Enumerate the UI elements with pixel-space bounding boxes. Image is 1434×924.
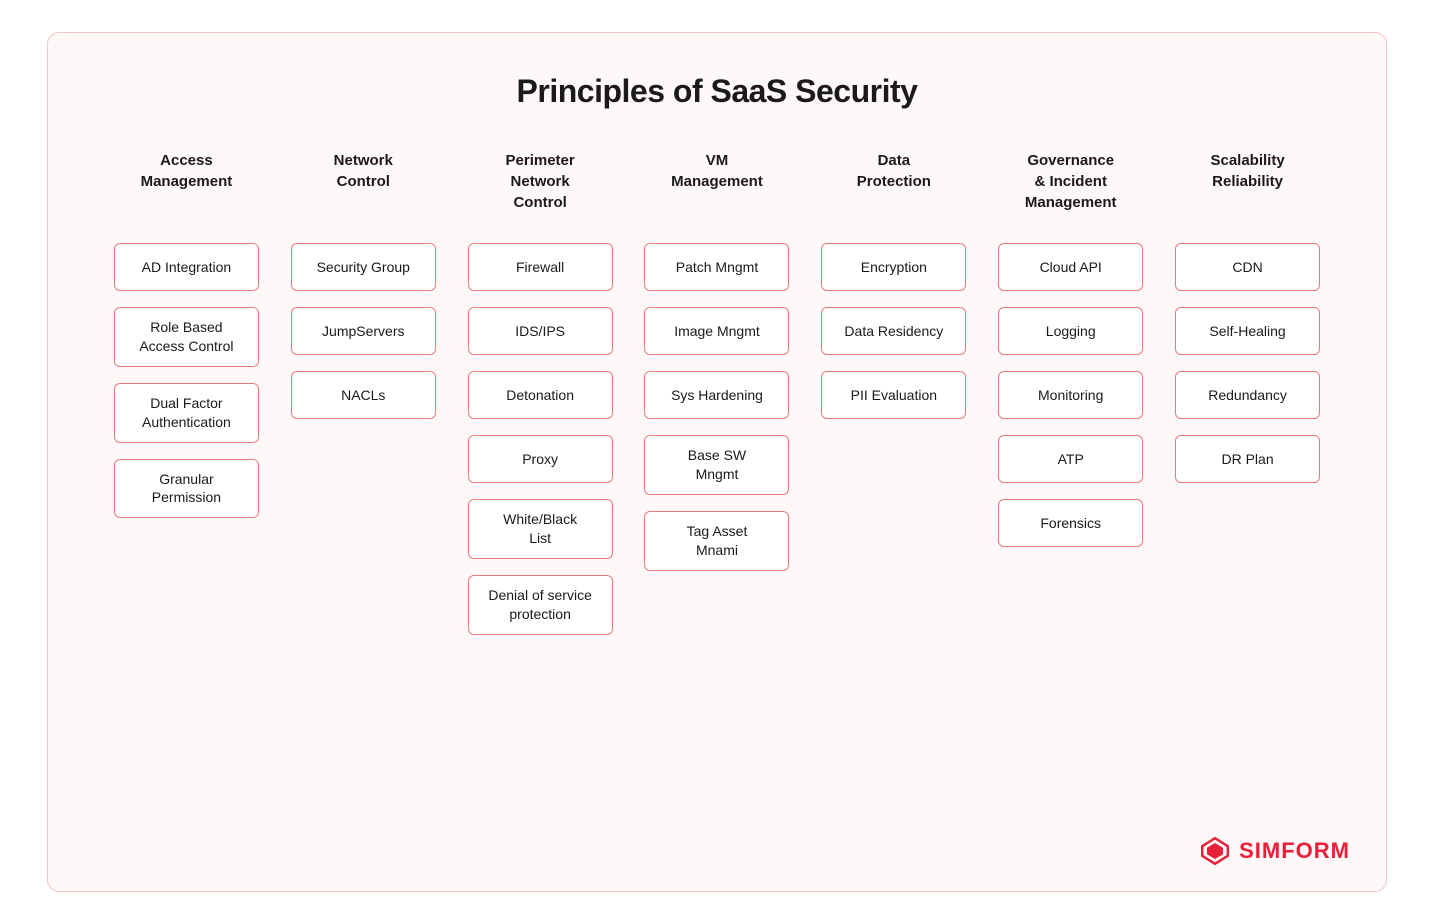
col-items-perimeter-network-control: Firewall IDS/IPS Detonation Proxy White/Blac… xyxy=(452,243,629,635)
item-box: Forensics xyxy=(998,499,1143,547)
col-header-perimeter-network-control: Perimeter Network Control xyxy=(452,150,629,243)
item-box: Logging xyxy=(998,307,1143,355)
item-box: Dual Factor Authentication xyxy=(114,383,259,443)
item-box: Proxy xyxy=(468,435,613,483)
col-items-data-protection: Encryption Data Residency PII Evaluation xyxy=(805,243,982,635)
grid-container: Access ManagementNetwork ControlPerimete… xyxy=(98,150,1336,635)
item-box: Detonation xyxy=(468,371,613,419)
col-header-access-management: Access Management xyxy=(98,150,275,243)
item-box: CDN xyxy=(1175,243,1320,291)
col-header-vm-management: VM Management xyxy=(629,150,806,243)
item-box: Data Residency xyxy=(821,307,966,355)
item-box: Redundancy xyxy=(1175,371,1320,419)
col-items-scalability-reliability: CDN Self-Healing Redundancy DR Plan xyxy=(1159,243,1336,635)
col-header-governance-incident-management: Governance & Incident Management xyxy=(982,150,1159,243)
item-box: Firewall xyxy=(468,243,613,291)
simform-logo-icon xyxy=(1199,835,1231,867)
item-box: Self-Healing xyxy=(1175,307,1320,355)
page-wrapper: Principles of SaaS Security Access Manag… xyxy=(47,32,1387,892)
logo-text: SIMFORM xyxy=(1239,838,1350,864)
item-box: Security Group xyxy=(291,243,436,291)
item-box: IDS/IPS xyxy=(468,307,613,355)
item-box: DR Plan xyxy=(1175,435,1320,483)
item-box: Sys Hardening xyxy=(644,371,789,419)
col-header-data-protection: Data Protection xyxy=(805,150,982,243)
col-items-governance-incident-management: Cloud API Logging Monitoring ATP Forensics xyxy=(982,243,1159,635)
page-title: Principles of SaaS Security xyxy=(98,73,1336,110)
item-box: Base SW Mngmt xyxy=(644,435,789,495)
item-box: Granular Permission xyxy=(114,459,259,519)
item-box: Role Based Access Control xyxy=(114,307,259,367)
item-box: Encryption xyxy=(821,243,966,291)
item-box: Tag Asset Mnami xyxy=(644,511,789,571)
item-box: PII Evaluation xyxy=(821,371,966,419)
item-box: Patch Mngmt xyxy=(644,243,789,291)
item-box: Image Mngmt xyxy=(644,307,789,355)
item-box: AD Integration xyxy=(114,243,259,291)
item-box: Cloud API xyxy=(998,243,1143,291)
logo-area: SIMFORM xyxy=(1199,835,1350,867)
item-box: JumpServers xyxy=(291,307,436,355)
col-items-vm-management: Patch Mngmt Image Mngmt Sys Hardening Base … xyxy=(629,243,806,635)
col-items-access-management: AD Integration Role Based Access Control D… xyxy=(98,243,275,635)
item-box: Monitoring xyxy=(998,371,1143,419)
item-box: NACLs xyxy=(291,371,436,419)
item-box: White/Black List xyxy=(468,499,613,559)
item-box: ATP xyxy=(998,435,1143,483)
col-header-network-control: Network Control xyxy=(275,150,452,243)
col-header-scalability-reliability: Scalability Reliability xyxy=(1159,150,1336,243)
col-items-network-control: Security Group JumpServers NACLs xyxy=(275,243,452,635)
item-box: Denial of service protection xyxy=(468,575,613,635)
